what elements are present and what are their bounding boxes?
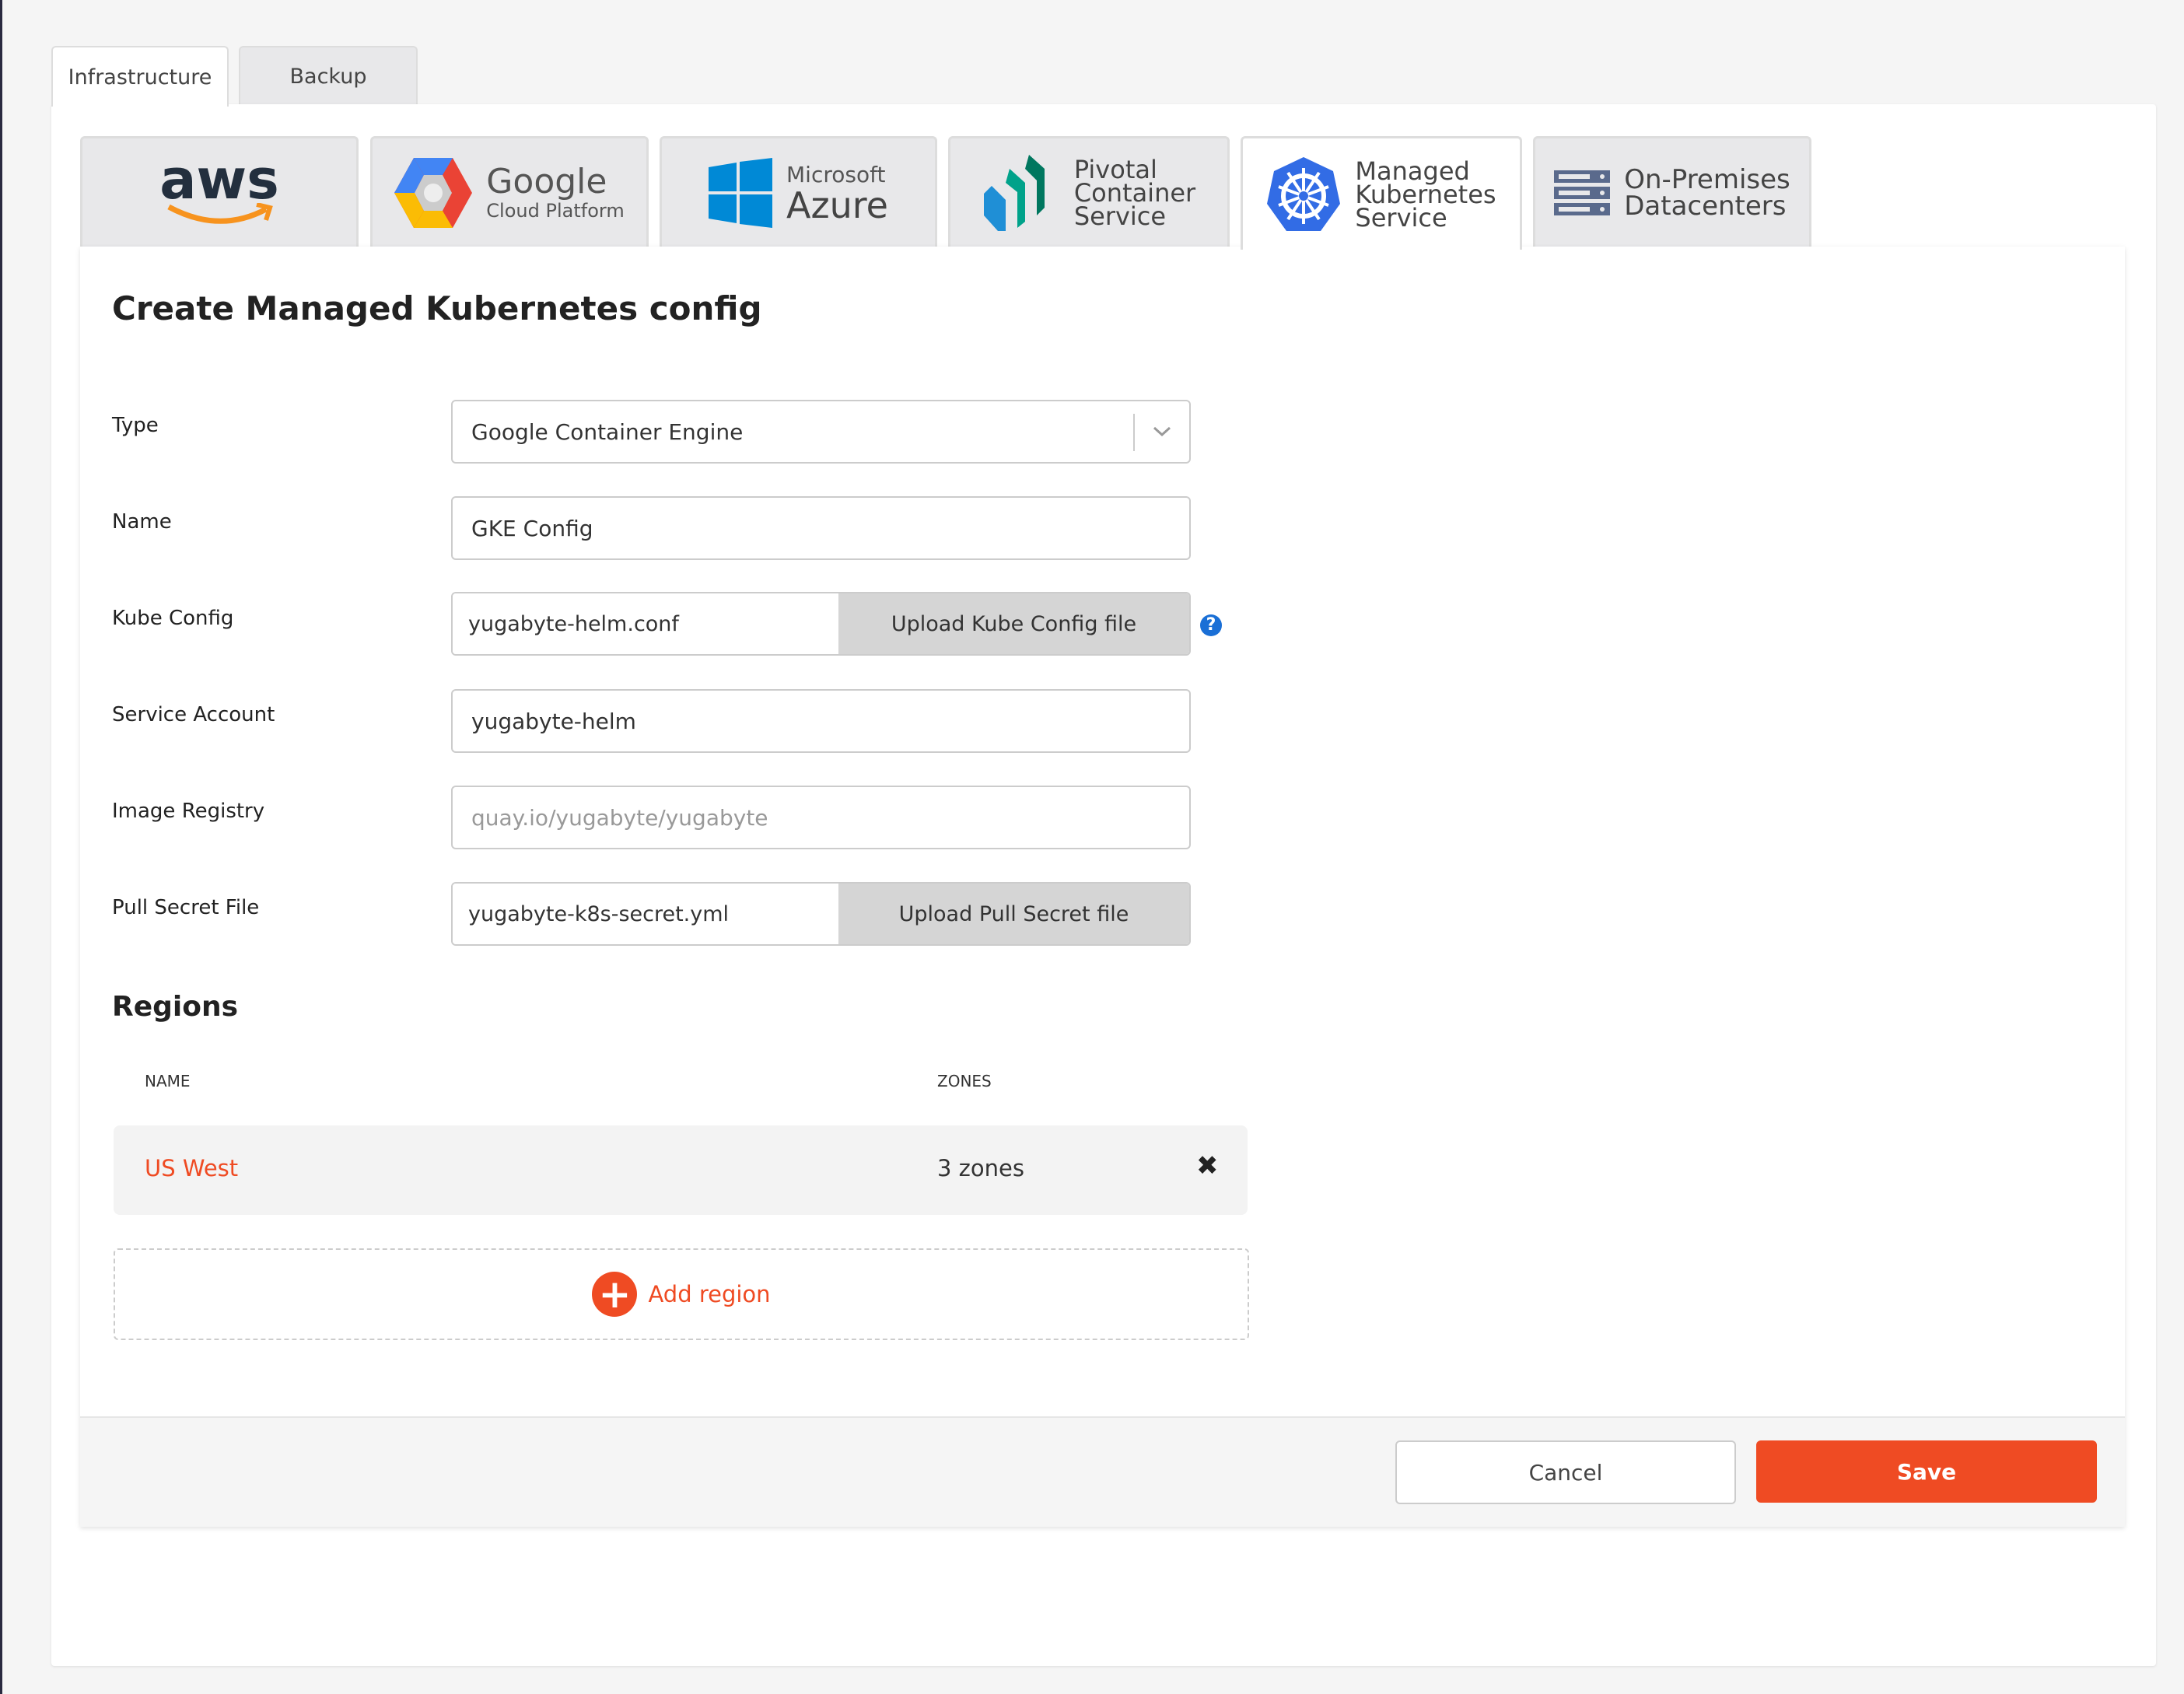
service-account-label: Service Account [112,703,275,726]
name-label: Name [112,510,172,534]
google-cloud-logo [394,157,473,228]
page-title: Create Managed Kubernetes config [112,289,762,327]
azure-logo [709,157,772,228]
image-registry-label: Image Registry [112,800,265,823]
tab-backup[interactable]: Backup [239,46,418,105]
add-region-button[interactable]: + Add region [114,1248,1249,1340]
pull-secret-field: yugabyte-k8s-secret.yml Upload Pull Secr… [451,882,1191,946]
table-row[interactable]: US West 3 zones ✖ [114,1125,1248,1215]
chevron-down-icon [1153,426,1171,437]
provider-tab-managed-kubernetes[interactable]: Managed Kubernetes Service [1241,136,1522,250]
type-select[interactable]: Google Container Engine [451,400,1191,464]
provider-tab-aws[interactable]: aws [80,136,359,247]
select-divider [1133,414,1135,451]
aws-logo: aws [159,152,279,229]
kube-config-field: yugabyte-helm.conf Upload Kube Config fi… [451,592,1191,656]
help-icon[interactable]: ? [1200,614,1222,636]
add-region-label: Add region [648,1281,771,1307]
tab-label: Infrastructure [68,65,212,89]
provider-tab-on-premises[interactable]: On-Premises Datacenters [1533,136,1811,247]
tab-label: Backup [289,64,367,89]
service-account-input[interactable]: yugabyte-helm [451,689,1191,753]
provider-tab-pivotal[interactable]: Pivotal Container Service [948,136,1230,247]
name-input[interactable]: GKE Config [451,496,1191,560]
image-registry-input[interactable]: quay.io/yugabyte/yugabyte [451,786,1191,849]
kube-config-label: Kube Config [112,607,234,630]
kubernetes-logo [1267,156,1341,231]
regions-heading: Regions [112,991,239,1023]
server-rack-icon [1554,170,1611,215]
provider-tab-google-cloud[interactable]: Google Cloud Platform [370,136,649,247]
type-label: Type [112,414,159,437]
column-header-name: NAME [145,1072,191,1090]
region-zones: 3 zones [937,1155,1024,1181]
tab-infrastructure[interactable]: Infrastructure [51,46,229,107]
upload-pull-secret-button[interactable]: Upload Pull Secret file [838,884,1189,944]
save-button[interactable]: Save [1756,1440,2097,1503]
pull-secret-filename: yugabyte-k8s-secret.yml [453,884,838,944]
remove-region-icon[interactable]: ✖ [1196,1150,1219,1181]
pivotal-logo [983,154,1045,231]
kube-config-filename: yugabyte-helm.conf [453,593,838,654]
upload-kube-config-button[interactable]: Upload Kube Config file [838,593,1189,654]
pull-secret-label: Pull Secret File [112,896,260,919]
region-name-link[interactable]: US West [145,1155,238,1181]
provider-tab-azure[interactable]: Microsoft Azure [660,136,937,247]
column-header-zones: ZONES [937,1072,992,1090]
plus-icon: + [592,1272,638,1317]
cancel-button[interactable]: Cancel [1395,1440,1736,1504]
